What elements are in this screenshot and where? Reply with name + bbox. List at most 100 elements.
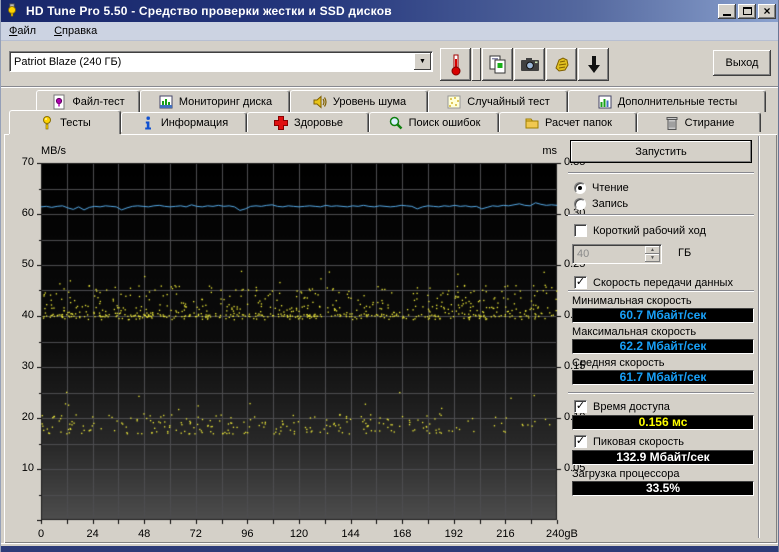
temperature-button[interactable] bbox=[440, 48, 471, 81]
tab-label: Стирание bbox=[684, 116, 735, 129]
maximize-button[interactable] bbox=[738, 3, 756, 19]
x-tick-label: 168 bbox=[393, 528, 412, 540]
benchmark-chart bbox=[37, 159, 565, 527]
down-arrow-icon bbox=[587, 55, 600, 73]
short-stroke-checkbox[interactable]: Короткий рабочий ход bbox=[574, 224, 706, 237]
minimize-icon bbox=[723, 13, 731, 16]
tab-erase[interactable]: Стирание bbox=[637, 112, 761, 132]
copy-button[interactable] bbox=[482, 48, 513, 81]
burst-rate-value: 132.9 Мбайт/сек bbox=[572, 450, 754, 465]
access-time-checkbox[interactable]: ✓ Время доступа bbox=[574, 400, 670, 413]
erase-icon bbox=[664, 115, 680, 131]
donate-button[interactable] bbox=[546, 48, 577, 81]
read-radio[interactable]: Чтение bbox=[574, 182, 629, 194]
toolbar: Patriot Blaze (240 ГБ) ▼ Выход bbox=[1, 42, 778, 87]
write-radio[interactable]: Запись bbox=[574, 198, 628, 210]
health-icon bbox=[273, 115, 289, 131]
x-tick-label: 216 bbox=[496, 528, 515, 540]
tab-label: Тесты bbox=[60, 116, 91, 129]
file-test-icon bbox=[51, 94, 67, 110]
extra-tests-icon bbox=[597, 94, 613, 110]
short-stroke-checkbox-control[interactable] bbox=[574, 224, 587, 237]
radio-read-control[interactable] bbox=[574, 182, 586, 194]
access-time-label: Время доступа bbox=[593, 400, 670, 413]
tab-disk-monitor[interactable]: Мониторинг диска bbox=[140, 90, 290, 112]
random-test-icon bbox=[446, 94, 462, 110]
tab-benchmark[interactable]: Тесты bbox=[9, 110, 121, 134]
transfer-rate-checkbox-control[interactable]: ✓ bbox=[574, 276, 587, 289]
short-stroke-size-spinner[interactable]: 40 ▲ ▼ bbox=[572, 244, 662, 264]
hdtune-window: HD Tune Pro 5.50 - Средство проверки жес… bbox=[0, 0, 779, 552]
access-time-value: 0.156 мс bbox=[572, 415, 754, 430]
thermometer-icon bbox=[451, 54, 460, 75]
y-left-tick-label: 30 bbox=[21, 360, 34, 372]
close-button[interactable]: × bbox=[758, 3, 776, 19]
tab-label: Расчет папок bbox=[544, 116, 612, 129]
tab-error-scan[interactable]: Поиск ошибок bbox=[369, 112, 499, 132]
tab-info[interactable]: Информация bbox=[121, 112, 247, 132]
x-tick-label: 72 bbox=[189, 528, 202, 540]
access-time-checkbox-control[interactable]: ✓ bbox=[574, 400, 587, 413]
drive-select[interactable]: Patriot Blaze (240 ГБ) ▼ bbox=[9, 51, 433, 72]
burst-rate-label: Пиковая скорость bbox=[593, 435, 685, 448]
hand-icon bbox=[554, 56, 569, 72]
tab-label: Мониторинг диска bbox=[178, 95, 273, 108]
burst-rate-checkbox-control[interactable]: ✓ bbox=[574, 435, 587, 448]
menu-help[interactable]: Справка bbox=[54, 25, 97, 37]
panel-edge-line bbox=[758, 136, 760, 538]
menu-file[interactable]: Файл bbox=[9, 25, 36, 37]
separator bbox=[568, 392, 754, 394]
benchmark-panel: 102030405060700.050.100.150.200.250.300.… bbox=[4, 134, 777, 543]
min-speed-label: Минимальная скорость bbox=[572, 295, 692, 307]
x-tick-label: 0 bbox=[37, 528, 45, 540]
max-speed-label: Максимальная скорость bbox=[572, 326, 697, 338]
y-left-tick-label: 70 bbox=[21, 156, 34, 168]
separator bbox=[568, 290, 754, 292]
dropdown-arrow-icon[interactable]: ▼ bbox=[414, 53, 431, 70]
radio-write-control[interactable] bbox=[574, 198, 586, 210]
short-stroke-size-value: 40 bbox=[577, 248, 590, 260]
title-bar[interactable]: HD Tune Pro 5.50 - Средство проверки жес… bbox=[1, 0, 778, 22]
x-tick-label: 120 bbox=[289, 528, 309, 540]
tab-extra-tests[interactable]: Дополнительные тесты bbox=[568, 90, 766, 112]
x-tick-label: 96 bbox=[241, 528, 254, 540]
camera-icon bbox=[520, 57, 539, 71]
write-radio-label: Запись bbox=[592, 198, 629, 210]
cpu-usage-label: Загрузка процессора bbox=[572, 468, 680, 480]
toolbar-separator bbox=[1, 86, 778, 88]
screenshot-button[interactable] bbox=[514, 48, 545, 81]
tab-label: Информация bbox=[160, 116, 229, 129]
tab-label: Случайный тест bbox=[467, 95, 550, 108]
side-panel: Запустить Чтение Запись Короткий рабочий… bbox=[566, 138, 760, 538]
spinner-down-icon[interactable]: ▼ bbox=[645, 254, 660, 262]
benchmark-icon bbox=[39, 115, 55, 131]
tab-health[interactable]: Здоровье bbox=[247, 112, 369, 132]
maximize-icon bbox=[742, 7, 752, 15]
info-icon bbox=[140, 115, 156, 131]
tab-folder-usage[interactable]: Расчет папок bbox=[499, 112, 637, 132]
exit-button[interactable]: Выход bbox=[713, 50, 771, 76]
tab-label: Здоровье bbox=[293, 116, 344, 129]
app-icon bbox=[5, 3, 21, 19]
y-left-tick-label: 20 bbox=[21, 411, 34, 423]
spinner-up-icon[interactable]: ▲ bbox=[645, 246, 660, 254]
separator bbox=[568, 172, 754, 174]
tab-random-test[interactable]: Случайный тест bbox=[428, 90, 568, 112]
y-left-tick-label: 10 bbox=[21, 462, 34, 474]
error-scan-icon bbox=[388, 115, 404, 131]
temperature-scale-button[interactable] bbox=[472, 48, 481, 81]
save-results-button[interactable] bbox=[578, 48, 609, 81]
drive-select-value: Patriot Blaze (240 ГБ) bbox=[14, 55, 122, 68]
window-title: HD Tune Pro 5.50 - Средство проверки жес… bbox=[26, 4, 392, 18]
x-tick-label: 144 bbox=[341, 528, 360, 540]
y-left-tick-label: 50 bbox=[21, 258, 34, 270]
tab-file-test[interactable]: Файл-тест bbox=[36, 90, 140, 112]
minimize-button[interactable] bbox=[718, 3, 736, 19]
short-stroke-unit-label: ГБ bbox=[678, 247, 692, 259]
tab-noise-level[interactable]: Уровень шума bbox=[290, 90, 428, 112]
transfer-rate-checkbox[interactable]: ✓ Скорость передачи данных bbox=[574, 276, 733, 289]
start-button[interactable]: Запустить bbox=[570, 140, 752, 163]
avg-speed-value: 61.7 Мбайт/сек bbox=[572, 370, 754, 385]
x-tick-label: 48 bbox=[138, 528, 151, 540]
burst-rate-checkbox[interactable]: ✓ Пиковая скорость bbox=[574, 435, 684, 448]
